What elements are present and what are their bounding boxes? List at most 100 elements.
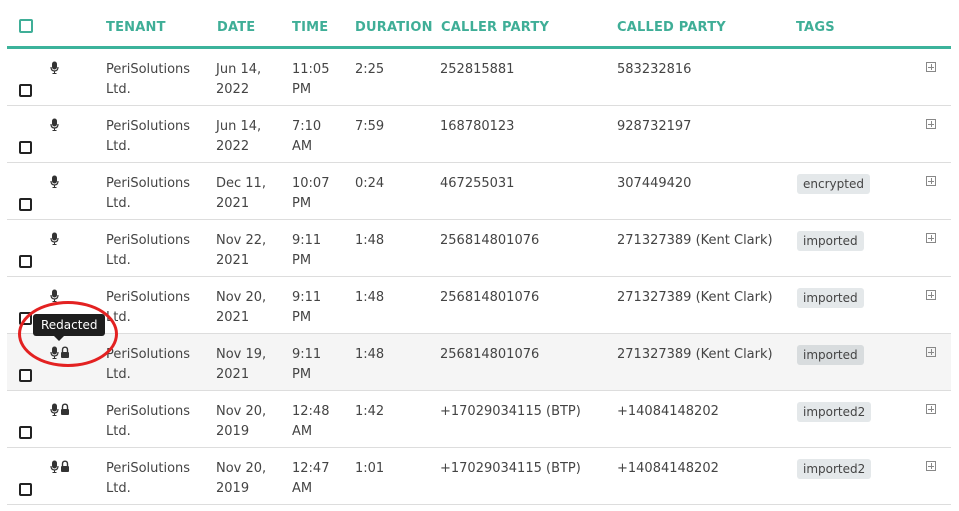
col-duration[interactable]: DURATION — [355, 20, 433, 35]
table-row[interactable]: PeriSolutions Ltd. Nov 20, 2019 12:47 AM 1:01 +… — [7, 448, 951, 505]
row-checkbox[interactable] — [19, 141, 32, 154]
cell-called-party: +14084148202 — [617, 404, 719, 419]
cell-tenant: PeriSolutions Ltd. — [106, 461, 191, 496]
select-all-checkbox[interactable] — [19, 19, 33, 33]
expand-plus-icon[interactable] — [926, 233, 936, 243]
cell-caller-party: 256814801076 — [440, 233, 540, 248]
microphone-icon[interactable] — [50, 232, 60, 251]
tag-badge[interactable]: imported2 — [797, 459, 872, 479]
redacted-tooltip: Redacted — [33, 314, 106, 341]
cell-caller-party: 467255031 — [440, 176, 515, 191]
row-checkbox[interactable] — [19, 369, 32, 382]
cell-caller-party: 252815881 — [440, 62, 515, 77]
table-row[interactable]: PeriSolutions Ltd. Nov 22, 2021 9:11 PM 1:48 25… — [7, 220, 951, 277]
table-row[interactable]: PeriSolutions Ltd. Nov 19, 2021 9:11 PM 1:48 25… — [7, 334, 951, 391]
cell-called-party: 271327389 (Kent Clark) — [617, 233, 773, 248]
microphone-icon[interactable] — [50, 118, 60, 137]
cell-called-party: +14084148202 — [617, 461, 719, 476]
cell-date: Nov 20, 2019 — [216, 404, 267, 439]
cell-date: Nov 19, 2021 — [216, 347, 267, 382]
cell-time: 9:11 PM — [292, 233, 322, 268]
col-called-party[interactable]: CALLED PARTY — [617, 20, 726, 35]
expand-plus-icon[interactable] — [926, 62, 936, 72]
microphone-icon[interactable] — [50, 61, 60, 80]
table-row[interactable]: PeriSolutions Ltd. Nov 20, 2021 9:11 PM 1:48 25… — [7, 277, 951, 334]
row-icons — [50, 460, 71, 474]
expand-plus-icon[interactable] — [926, 290, 936, 300]
tag-badge[interactable]: imported2 — [797, 402, 872, 422]
cell-tenant: PeriSolutions Ltd. — [106, 119, 191, 154]
tag-badge[interactable]: encrypted — [797, 174, 870, 194]
row-icons — [50, 175, 60, 189]
cell-called-party: 928732197 — [617, 119, 692, 134]
row-checkbox[interactable] — [19, 84, 32, 97]
cell-tenant: PeriSolutions Ltd. — [106, 347, 191, 382]
cell-duration: 7:59 — [355, 119, 385, 134]
cell-tenant: PeriSolutions Ltd. — [106, 404, 191, 439]
table-row[interactable]: PeriSolutions Ltd. Dec 11, 2021 10:07 PM 0:24 4… — [7, 163, 951, 220]
cell-date: Dec 11, 2021 — [216, 176, 266, 211]
cell-time: 12:48 AM — [292, 404, 330, 439]
tag-badge[interactable]: imported — [797, 231, 864, 251]
table-row[interactable]: PeriSolutions Ltd. Jun 14, 2022 11:05 PM 2:25 2… — [7, 49, 951, 106]
row-icons — [50, 403, 71, 417]
expand-plus-icon[interactable] — [926, 119, 936, 129]
microphone-icon[interactable] — [50, 175, 60, 194]
table-row[interactable]: PeriSolutions Ltd. Nov 20, 2019 12:48 AM 1:42 +… — [7, 391, 951, 448]
expand-plus-icon[interactable] — [926, 404, 936, 414]
cell-time: 9:11 PM — [292, 290, 322, 325]
row-icons — [50, 118, 60, 132]
cell-time: 12:47 AM — [292, 461, 330, 496]
row-checkbox[interactable] — [19, 483, 32, 496]
col-time[interactable]: TIME — [292, 20, 328, 35]
cell-duration: 1:48 — [355, 290, 385, 305]
expand-plus-icon[interactable] — [926, 347, 936, 357]
cell-called-party: 271327389 (Kent Clark) — [617, 290, 773, 305]
cell-caller-party: 256814801076 — [440, 290, 540, 305]
lock-icon[interactable] — [60, 403, 71, 422]
table-row[interactable]: PeriSolutions Ltd. Jun 14, 2022 7:10 AM 7:59 16… — [7, 106, 951, 163]
cell-caller-party: 168780123 — [440, 119, 515, 134]
cell-time: 10:07 PM — [292, 176, 330, 211]
cell-duration: 1:48 — [355, 347, 385, 362]
cell-date: Nov 20, 2021 — [216, 290, 267, 325]
cell-tenant: PeriSolutions Ltd. — [106, 62, 191, 97]
microphone-icon[interactable] — [50, 460, 60, 479]
cell-tenant: PeriSolutions Ltd. — [106, 233, 191, 268]
cell-caller-party: +17029034115 (BTP) — [440, 461, 581, 476]
cell-duration: 1:48 — [355, 233, 385, 248]
lock-icon[interactable] — [60, 460, 71, 479]
cell-called-party: 307449420 — [617, 176, 692, 191]
col-caller-party[interactable]: CALLER PARTY — [441, 20, 549, 35]
cell-tenant: PeriSolutions Ltd. — [106, 290, 191, 325]
cell-duration: 2:25 — [355, 62, 385, 77]
cell-duration: 1:42 — [355, 404, 385, 419]
cell-date: Jun 14, 2022 — [216, 119, 262, 154]
row-checkbox[interactable] — [19, 426, 32, 439]
cell-date: Nov 20, 2019 — [216, 461, 267, 496]
tag-badge[interactable]: imported — [797, 345, 864, 365]
cell-called-party: 583232816 — [617, 62, 692, 77]
col-tenant[interactable]: TENANT — [106, 20, 166, 35]
cell-duration: 0:24 — [355, 176, 385, 191]
col-date[interactable]: DATE — [217, 20, 255, 35]
cell-tenant: PeriSolutions Ltd. — [106, 176, 191, 211]
cell-caller-party: 256814801076 — [440, 347, 540, 362]
col-tags[interactable]: TAGS — [796, 20, 835, 35]
cell-date: Jun 14, 2022 — [216, 62, 262, 97]
cell-time: 7:10 AM — [292, 119, 322, 154]
cell-time: 9:11 PM — [292, 347, 322, 382]
expand-plus-icon[interactable] — [926, 176, 936, 186]
cell-time: 11:05 PM — [292, 62, 330, 97]
row-checkbox[interactable] — [19, 198, 32, 211]
microphone-icon[interactable] — [50, 403, 60, 422]
cell-caller-party: +17029034115 (BTP) — [440, 404, 581, 419]
cell-called-party: 271327389 (Kent Clark) — [617, 347, 773, 362]
expand-plus-icon[interactable] — [926, 461, 936, 471]
row-icons — [50, 61, 60, 75]
cell-duration: 1:01 — [355, 461, 385, 476]
table-header: TENANT DATE TIME DURATION CALLER PARTY C… — [7, 0, 951, 49]
row-checkbox[interactable] — [19, 255, 32, 268]
row-icons — [50, 232, 60, 246]
tag-badge[interactable]: imported — [797, 288, 864, 308]
